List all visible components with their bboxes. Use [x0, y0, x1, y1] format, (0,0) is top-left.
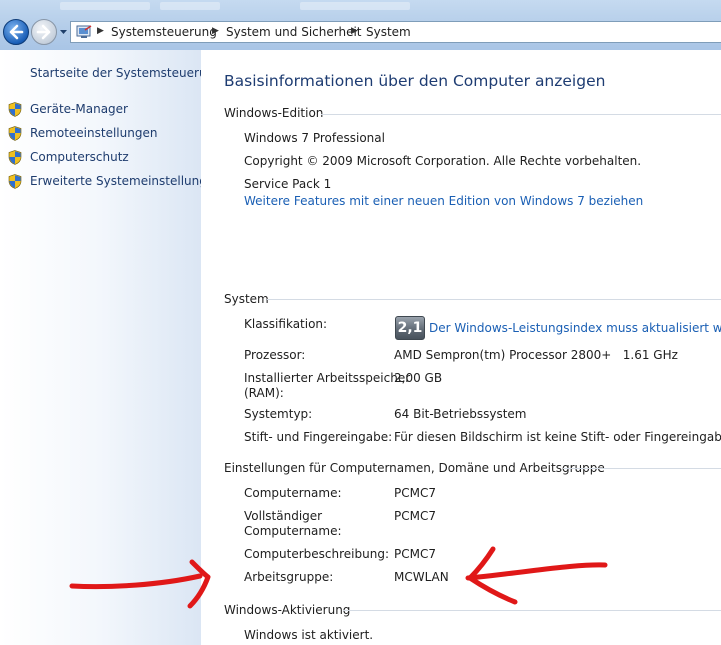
right-annotation-arrow-shaft: [465, 562, 608, 581]
annotation-arrows: [69, 546, 608, 609]
left-annotation-arrow-shaft: [69, 573, 203, 590]
left-annotation-arrow-head: [187, 559, 211, 609]
